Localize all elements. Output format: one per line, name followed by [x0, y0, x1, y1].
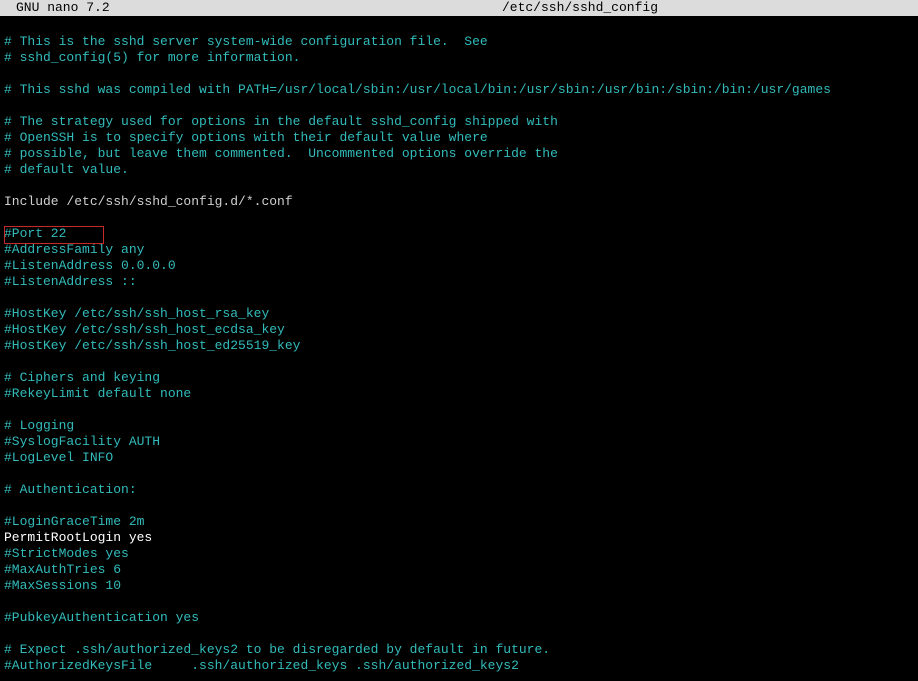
editor-line[interactable]: PermitRootLogin yes [4, 530, 914, 546]
editor-line[interactable]: #ListenAddress 0.0.0.0 [4, 258, 914, 274]
editor-line[interactable]: #LoginGraceTime 2m [4, 514, 914, 530]
nano-file-path: /etc/ssh/sshd_config [502, 0, 918, 16]
editor-line[interactable] [4, 402, 914, 418]
editor-line[interactable]: #MaxSessions 10 [4, 578, 914, 594]
editor-line[interactable] [4, 290, 914, 306]
editor-line[interactable]: #ListenAddress :: [4, 274, 914, 290]
nano-titlebar: GNU nano 7.2 /etc/ssh/sshd_config [0, 0, 918, 16]
nano-app-name: GNU nano 7.2 [0, 0, 110, 16]
editor-line[interactable] [4, 466, 914, 482]
editor-line[interactable] [4, 178, 914, 194]
editor-line[interactable]: # Expect .ssh/authorized_keys2 to be dis… [4, 642, 914, 658]
editor-line[interactable] [4, 18, 914, 34]
editor-line[interactable]: # The strategy used for options in the d… [4, 114, 914, 130]
editor-line[interactable]: # possible, but leave them commented. Un… [4, 146, 914, 162]
editor-line[interactable] [4, 98, 914, 114]
editor-line[interactable]: #HostKey /etc/ssh/ssh_host_ecdsa_key [4, 322, 914, 338]
editor-line[interactable] [4, 210, 914, 226]
editor-line[interactable]: #Port 22 [4, 226, 914, 242]
editor-line[interactable]: # Logging [4, 418, 914, 434]
editor-line[interactable]: #AddressFamily any [4, 242, 914, 258]
editor-line[interactable]: #MaxAuthTries 6 [4, 562, 914, 578]
editor-line[interactable]: #LogLevel INFO [4, 450, 914, 466]
editor-line[interactable]: #HostKey /etc/ssh/ssh_host_ed25519_key [4, 338, 914, 354]
editor-line[interactable] [4, 626, 914, 642]
editor-line[interactable]: Include /etc/ssh/sshd_config.d/*.conf [4, 194, 914, 210]
editor-line[interactable]: #StrictModes yes [4, 546, 914, 562]
editor-line[interactable] [4, 354, 914, 370]
editor-line[interactable]: #RekeyLimit default none [4, 386, 914, 402]
editor-line[interactable]: #SyslogFacility AUTH [4, 434, 914, 450]
editor-line[interactable]: #PubkeyAuthentication yes [4, 610, 914, 626]
editor-line[interactable]: # sshd_config(5) for more information. [4, 50, 914, 66]
editor-line[interactable]: # Authentication: [4, 482, 914, 498]
editor-line[interactable] [4, 594, 914, 610]
editor-line[interactable]: #HostKey /etc/ssh/ssh_host_rsa_key [4, 306, 914, 322]
editor-line[interactable] [4, 66, 914, 82]
editor-line[interactable]: # Ciphers and keying [4, 370, 914, 386]
editor-area[interactable]: # This is the sshd server system-wide co… [0, 16, 918, 674]
editor-line[interactable]: #AuthorizedKeysFile .ssh/authorized_keys… [4, 658, 914, 674]
editor-line[interactable]: # default value. [4, 162, 914, 178]
editor-line[interactable]: # This sshd was compiled with PATH=/usr/… [4, 82, 914, 98]
editor-line[interactable] [4, 498, 914, 514]
editor-line[interactable]: # OpenSSH is to specify options with the… [4, 130, 914, 146]
editor-line[interactable]: # This is the sshd server system-wide co… [4, 34, 914, 50]
